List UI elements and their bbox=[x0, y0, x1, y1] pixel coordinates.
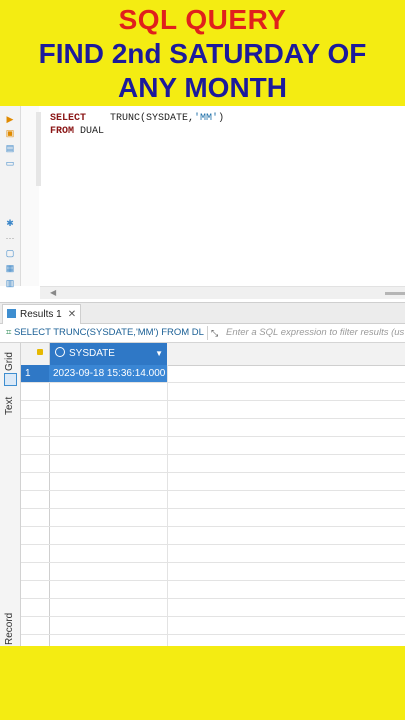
table-row-empty bbox=[21, 545, 405, 563]
horizontal-scrollbar[interactable]: ◀ bbox=[40, 286, 405, 299]
close-icon[interactable]: ✕ bbox=[68, 309, 76, 320]
script-icon[interactable]: ▤ bbox=[5, 143, 15, 153]
tab-label: Results 1 bbox=[20, 309, 62, 320]
editor-toolbar: ▶ ▣ ▤ ▭ ✱ ⋯ ▢ ▦ ▥ bbox=[0, 106, 21, 288]
view-mode-tabs: Grid Text Record bbox=[0, 343, 21, 647]
column-header-sysdate[interactable]: SYSDATE ▼ bbox=[49, 343, 167, 365]
code-text: TRUNC(SYSDATE, bbox=[86, 113, 195, 124]
sql-icon: ⌗ bbox=[6, 327, 12, 338]
banner-title-line1: SQL QUERY bbox=[118, 4, 287, 35]
table-row-empty bbox=[21, 491, 405, 509]
save-icon[interactable]: ▢ bbox=[5, 248, 15, 258]
table-row-empty bbox=[21, 437, 405, 455]
table-row-empty bbox=[21, 527, 405, 545]
results-panel: Results 1 ✕ ⌗ SELECT TRUNC(SYSDATE,'MM') … bbox=[0, 302, 405, 647]
keyword-select: SELECT bbox=[50, 113, 87, 124]
tab-record[interactable]: Record bbox=[4, 613, 15, 645]
bottom-banner bbox=[0, 646, 405, 720]
table-row-empty bbox=[21, 401, 405, 419]
query-label: SELECT TRUNC(SYSDATE,'MM') FROM DL bbox=[14, 327, 204, 338]
run-icon[interactable]: ▶ bbox=[5, 114, 15, 124]
query-text: ⌗ SELECT TRUNC(SYSDATE,'MM') FROM DL bbox=[6, 324, 206, 342]
code-line-1[interactable]: SELECT TRUNC(SYSDATE,'MM') bbox=[50, 112, 224, 125]
code-text: DUAL bbox=[74, 126, 105, 137]
scroll-thumb[interactable] bbox=[385, 292, 405, 295]
table-row-empty bbox=[21, 617, 405, 635]
scroll-left-icon[interactable]: ◀ bbox=[50, 287, 56, 299]
row-number: 1 bbox=[21, 365, 49, 382]
code-line-2[interactable]: FROM DUAL bbox=[50, 125, 104, 138]
table-row-empty bbox=[21, 473, 405, 491]
keyword-from: FROM bbox=[50, 126, 75, 137]
table-row-empty bbox=[21, 383, 405, 401]
sql-editor[interactable]: ▶ ▣ ▤ ▭ ✱ ⋯ ▢ ▦ ▥ SELECT TRUNC(SYSDATE,'… bbox=[0, 106, 405, 302]
more-icon[interactable]: ⋯ bbox=[5, 233, 15, 243]
table-icon bbox=[7, 309, 16, 318]
export-icon[interactable]: ▥ bbox=[5, 278, 15, 288]
code-string: 'MM' bbox=[194, 113, 219, 124]
settings-icon[interactable]: ✱ bbox=[5, 218, 15, 228]
sort-icon[interactable]: ▼ bbox=[155, 343, 163, 365]
tab-text[interactable]: Text bbox=[4, 397, 15, 415]
cell-sysdate[interactable]: 2023-09-18 15:36:14.000 bbox=[49, 365, 167, 382]
title-banner: SQL QUERY FIND 2nd SATURDAY OF ANY MONTH bbox=[0, 0, 405, 106]
results-grid[interactable]: SYSDATE ▼ 1 2023-09-18 15:36:14.000 bbox=[21, 343, 405, 647]
table-row-empty bbox=[21, 581, 405, 599]
table-row-empty bbox=[21, 509, 405, 527]
table-row-empty bbox=[21, 599, 405, 617]
history-icon[interactable]: ▦ bbox=[5, 263, 15, 273]
fold-marker bbox=[36, 112, 41, 186]
grid-icon[interactable] bbox=[4, 373, 17, 386]
banner-title-line2: FIND 2nd SATURDAY OF bbox=[38, 38, 367, 69]
filter-expand-icon[interactable]: ⤡ bbox=[211, 327, 218, 339]
table-row[interactable]: 1 2023-09-18 15:36:14.000 bbox=[21, 365, 405, 383]
tab-grid[interactable]: Grid bbox=[4, 352, 15, 371]
code-text: ) bbox=[218, 113, 225, 124]
terminal-icon[interactable]: ▭ bbox=[5, 158, 15, 168]
table-row-empty bbox=[21, 419, 405, 437]
table-row-empty bbox=[21, 455, 405, 473]
filter-bar: ⌗ SELECT TRUNC(SYSDATE,'MM') FROM DL ⤡ E… bbox=[0, 324, 405, 343]
banner-title-line3: ANY MONTH bbox=[117, 72, 288, 103]
tab-results-1[interactable]: Results 1 ✕ bbox=[2, 304, 82, 324]
results-tabbar: Results 1 ✕ bbox=[0, 303, 405, 324]
column-header-label: SYSDATE bbox=[69, 348, 115, 359]
table-row-empty bbox=[21, 563, 405, 581]
clock-icon bbox=[55, 347, 65, 357]
explain-icon[interactable]: ▣ bbox=[5, 128, 15, 138]
filter-input[interactable]: Enter a SQL expression to filter results… bbox=[226, 324, 404, 342]
divider bbox=[207, 326, 208, 340]
